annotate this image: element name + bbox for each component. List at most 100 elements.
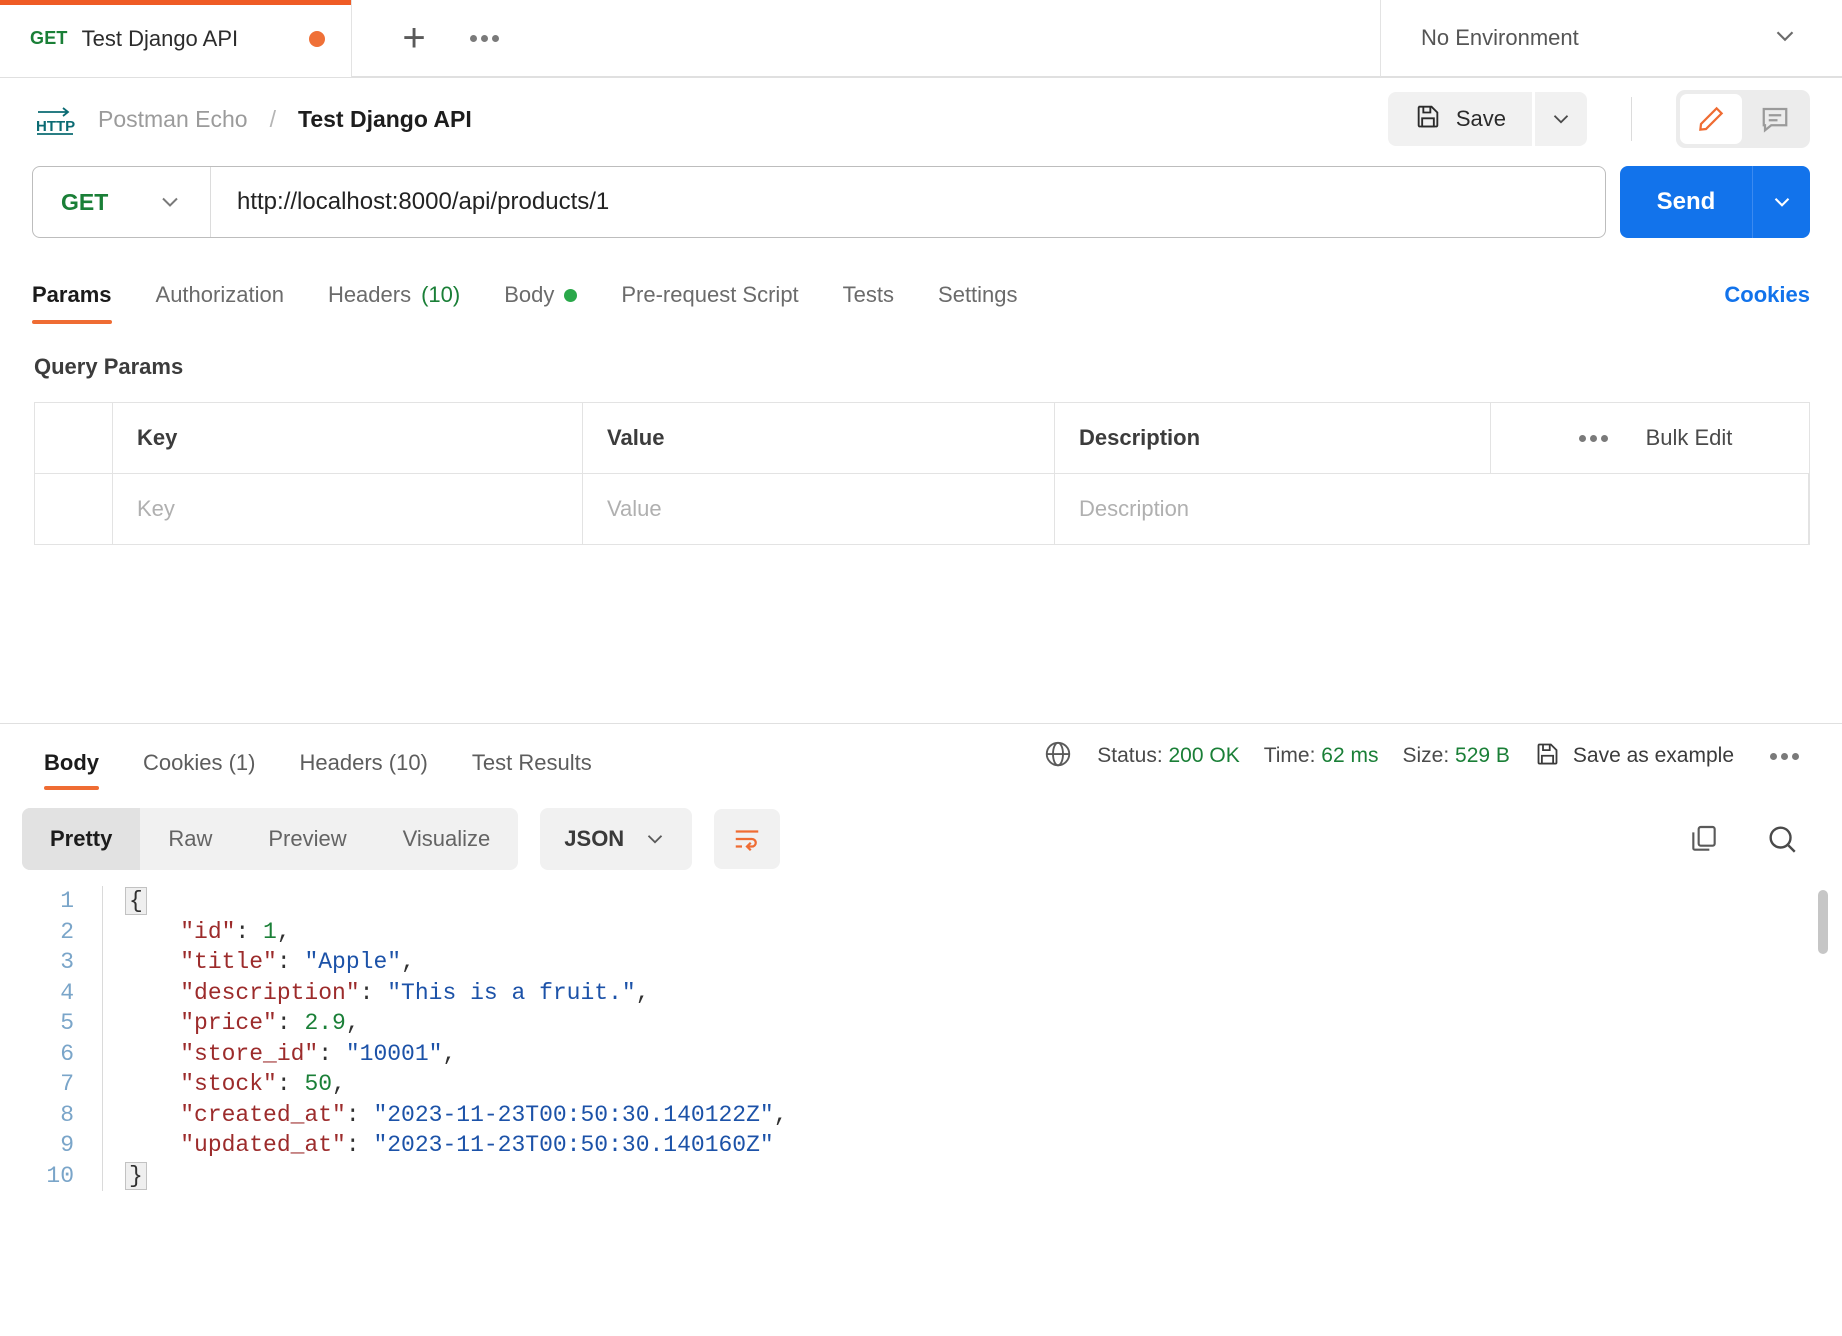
svg-text:HTTP: HTTP bbox=[36, 118, 75, 135]
globe-icon[interactable] bbox=[1043, 739, 1073, 774]
code-token: 1 bbox=[263, 918, 277, 945]
tab-params-label: Params bbox=[32, 282, 112, 307]
row-checkbox-cell[interactable] bbox=[35, 474, 113, 544]
code-text: "store_id": "10001", bbox=[103, 1039, 456, 1070]
code-token: "2023-11-23T00:50:30.140122Z" bbox=[373, 1101, 774, 1128]
http-icon: HTTP bbox=[34, 101, 76, 137]
response-more-options-icon[interactable] bbox=[1758, 736, 1810, 776]
code-fold-marker[interactable]: { bbox=[125, 887, 147, 915]
chevron-down-icon bbox=[1553, 115, 1569, 124]
code-token: : bbox=[318, 1040, 346, 1067]
copy-icon bbox=[1692, 825, 1716, 851]
code-token: , bbox=[401, 949, 415, 975]
copy-button[interactable] bbox=[1676, 811, 1732, 867]
code-token: : bbox=[276, 949, 305, 975]
table-row[interactable]: Key Value Description bbox=[35, 473, 1809, 544]
response-tab-headers[interactable]: Headers (10) bbox=[277, 750, 449, 790]
chevron-down-icon bbox=[1770, 21, 1800, 56]
request-tab-test-django-api[interactable]: GET Test Django API bbox=[0, 0, 352, 77]
bulk-edit-button[interactable]: Bulk Edit bbox=[1646, 425, 1733, 451]
tab-settings[interactable]: Settings bbox=[916, 282, 1040, 324]
word-wrap-icon bbox=[735, 830, 759, 852]
environment-selector[interactable]: No Environment bbox=[1380, 0, 1842, 77]
code-scrollbar[interactable] bbox=[1818, 890, 1828, 1190]
code-line: 7 "stock": 50, bbox=[0, 1069, 1842, 1100]
tab-body[interactable]: Body bbox=[482, 282, 599, 324]
code-token: "created_at" bbox=[125, 1101, 346, 1128]
tab-pre-request-script[interactable]: Pre-request Script bbox=[599, 282, 820, 324]
status-item: Status: 200 OK bbox=[1097, 744, 1239, 768]
http-method-label: GET bbox=[61, 188, 109, 215]
code-text: "updated_at": "2023-11-23T00:50:30.14016… bbox=[103, 1130, 774, 1161]
view-mode-preview[interactable]: Preview bbox=[240, 808, 374, 870]
save-as-example-button[interactable]: Save as example bbox=[1534, 740, 1734, 773]
save-button[interactable]: Save bbox=[1387, 92, 1532, 146]
code-text: "price": 2.9, bbox=[103, 1008, 360, 1039]
breadcrumb-parent[interactable]: Postman Echo bbox=[98, 106, 248, 133]
cookies-link[interactable]: Cookies bbox=[1724, 282, 1810, 324]
code-token: , bbox=[276, 918, 291, 945]
toolbar-divider bbox=[1631, 97, 1632, 141]
code-token: "updated_at" bbox=[125, 1132, 346, 1158]
tab-params[interactable]: Params bbox=[32, 282, 134, 324]
code-scrollbar-thumb[interactable] bbox=[1818, 890, 1828, 954]
chevron-down-icon bbox=[1774, 198, 1789, 207]
send-button-group: Send bbox=[1620, 166, 1810, 238]
code-line: 9 "updated_at": "2023-11-23T00:50:30.140… bbox=[0, 1130, 1842, 1161]
tab-tests[interactable]: Tests bbox=[821, 282, 916, 324]
key-input[interactable]: Key bbox=[113, 474, 583, 544]
tab-headers-label: Headers bbox=[327, 282, 412, 307]
time-value: 62 ms bbox=[1321, 744, 1379, 767]
time-label: Time: bbox=[1263, 744, 1316, 767]
query-params-table: Key Value Description Bulk Edit Key Valu… bbox=[34, 402, 1810, 545]
code-token: , bbox=[442, 1040, 457, 1067]
http-method-selector[interactable]: GET bbox=[33, 167, 211, 237]
response-body-code[interactable]: 1{2 "id": 1, 3 "title": "Apple", 4 "descri… bbox=[0, 870, 1842, 1191]
code-line: 10} bbox=[0, 1160, 1842, 1191]
response-tab-cookies[interactable]: Cookies (1) bbox=[121, 750, 277, 790]
line-number: 8 bbox=[60, 1101, 74, 1128]
table-header-row: Key Value Description Bulk Edit bbox=[35, 403, 1809, 473]
search-button[interactable] bbox=[1754, 811, 1810, 867]
code-token: 50 bbox=[304, 1071, 333, 1097]
tab-body-label: Body bbox=[504, 282, 555, 307]
line-number: 3 bbox=[60, 949, 74, 975]
tab-authorization[interactable]: Authorization bbox=[134, 282, 306, 324]
format-label: JSON bbox=[564, 826, 625, 851]
edit-mode-button[interactable] bbox=[1680, 94, 1742, 144]
response-status-bar: Status: 200 OK Time: 62 ms Size: 529 B S… bbox=[1043, 736, 1810, 790]
line-number: 9 bbox=[60, 1132, 74, 1158]
code-token: , bbox=[345, 1010, 360, 1036]
code-line: 4 "description": "This is a fruit.", bbox=[0, 977, 1842, 1008]
description-input[interactable]: Description bbox=[1055, 474, 1809, 544]
code-token: "id" bbox=[125, 918, 236, 945]
request-tab-method: GET bbox=[30, 28, 68, 48]
code-token: "stock" bbox=[125, 1071, 277, 1097]
view-mode-visualize[interactable]: Visualize bbox=[375, 808, 519, 870]
response-tab-body[interactable]: Body bbox=[22, 750, 121, 790]
line-number: 2 bbox=[60, 918, 74, 945]
unsaved-indicator-dot[interactable] bbox=[309, 30, 325, 47]
new-tab-button[interactable]: + bbox=[388, 12, 440, 64]
save-options-button[interactable] bbox=[1535, 92, 1587, 146]
tab-headers[interactable]: Headers (10) bbox=[306, 282, 482, 324]
tab-more-options-icon[interactable] bbox=[458, 18, 510, 58]
response-tab-test-results[interactable]: Test Results bbox=[450, 750, 614, 790]
code-line: 8 "created_at": "2023-11-23T00:50:30.140… bbox=[0, 1099, 1842, 1130]
code-token: "This is a fruit." bbox=[387, 979, 636, 1006]
view-mode-raw[interactable]: Raw bbox=[140, 808, 240, 870]
url-input[interactable]: http://localhost:8000/api/products/1 bbox=[211, 167, 1605, 237]
send-button[interactable]: Send bbox=[1620, 166, 1752, 238]
value-input[interactable]: Value bbox=[583, 474, 1055, 544]
comment-mode-button[interactable] bbox=[1744, 94, 1806, 144]
code-line: 3 "title": "Apple", bbox=[0, 947, 1842, 978]
response-body-toolbar: Pretty Raw Preview Visualize JSON bbox=[0, 790, 1842, 870]
line-number: 7 bbox=[60, 1071, 74, 1097]
format-selector[interactable]: JSON bbox=[540, 808, 693, 870]
word-wrap-button[interactable] bbox=[714, 809, 781, 869]
save-as-example-label: Save as example bbox=[1572, 744, 1734, 767]
send-options-button[interactable] bbox=[1752, 166, 1810, 238]
params-more-options-icon[interactable] bbox=[1568, 418, 1620, 458]
code-fold-marker[interactable]: } bbox=[125, 1161, 147, 1190]
view-mode-pretty[interactable]: Pretty bbox=[22, 808, 141, 870]
